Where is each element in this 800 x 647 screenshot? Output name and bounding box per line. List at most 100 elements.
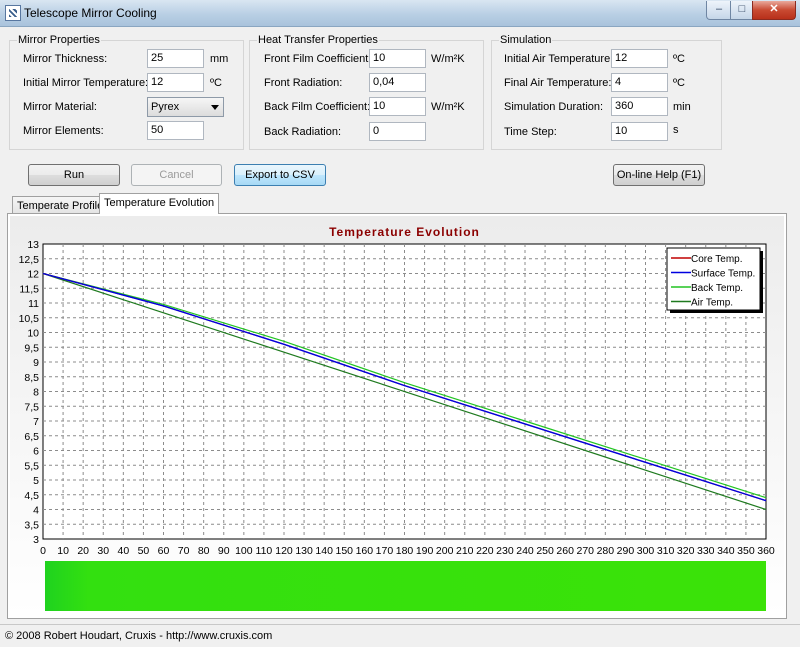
x-tick-label: 30 bbox=[97, 545, 109, 557]
mirror-thickness-unit: mm bbox=[210, 53, 229, 65]
tab-temperature-evolution[interactable]: Temperature Evolution bbox=[99, 193, 220, 214]
legend-label: Back Temp. bbox=[691, 283, 743, 294]
back-film-unit: W/m²K bbox=[431, 101, 465, 113]
x-tick-label: 350 bbox=[737, 545, 755, 557]
mirror-elements-field[interactable]: 50 bbox=[147, 121, 204, 140]
y-tick-label: 3,5 bbox=[24, 519, 39, 531]
initial-mirror-temp-field[interactable]: 12 bbox=[147, 73, 204, 92]
run-button[interactable]: Run bbox=[28, 164, 120, 186]
time-step-field[interactable]: 10 bbox=[611, 122, 668, 141]
online-help-button[interactable]: On-line Help (F1) bbox=[613, 164, 705, 186]
mirror-thickness-field[interactable]: 25 bbox=[147, 49, 204, 68]
chart-title: Temperature Evolution bbox=[329, 225, 480, 239]
x-tick-label: 220 bbox=[476, 545, 494, 557]
cancel-button[interactable]: Cancel bbox=[131, 164, 222, 186]
x-tick-label: 0 bbox=[40, 545, 46, 557]
final-air-temp-field[interactable]: 4 bbox=[611, 73, 668, 92]
heat-transfer-title: Heat Transfer Properties bbox=[257, 34, 379, 46]
x-tick-label: 270 bbox=[576, 545, 594, 557]
back-radiation-field[interactable]: 0 bbox=[369, 122, 426, 141]
y-tick-label: 8,5 bbox=[24, 372, 39, 384]
front-radiation-field[interactable]: 0,04 bbox=[369, 73, 426, 92]
simulation-duration-field[interactable]: 360 bbox=[611, 97, 668, 116]
x-tick-label: 170 bbox=[376, 545, 394, 557]
y-tick-label: 6,5 bbox=[24, 431, 39, 443]
simulation-duration-unit: min bbox=[673, 101, 691, 113]
x-tick-label: 150 bbox=[335, 545, 353, 557]
x-tick-label: 210 bbox=[456, 545, 474, 557]
front-radiation-label: Front Radiation: bbox=[264, 77, 343, 89]
temperature-evolution-chart: Temperature Evolution 0 10 20 30 40 50 60 70 80 90… bbox=[10, 216, 784, 616]
status-bar: © 2008 Robert Houdart, Cruxis - http://w… bbox=[0, 624, 800, 647]
y-tick-label: 11,5 bbox=[19, 283, 39, 295]
x-tick-label: 330 bbox=[697, 545, 715, 557]
x-tick-label: 160 bbox=[356, 545, 374, 557]
x-tick-label: 50 bbox=[138, 545, 150, 557]
close-icon[interactable]: ✕ bbox=[752, 1, 796, 20]
back-film-field[interactable]: 10 bbox=[369, 97, 426, 116]
x-tick-label: 240 bbox=[516, 545, 534, 557]
x-tick-label: 60 bbox=[158, 545, 170, 557]
x-tick-label: 250 bbox=[536, 545, 554, 557]
y-tick-label: 12,5 bbox=[19, 254, 40, 266]
x-tick-label: 190 bbox=[416, 545, 434, 557]
x-tick-label: 320 bbox=[677, 545, 695, 557]
y-tick-label: 7 bbox=[33, 416, 39, 428]
x-tick-label: 200 bbox=[436, 545, 454, 557]
mirror-material-label: Mirror Material: bbox=[23, 101, 97, 113]
x-tick-label: 260 bbox=[556, 545, 574, 557]
final-air-temp-unit: ºC bbox=[673, 77, 685, 89]
app-icon bbox=[5, 5, 21, 21]
front-film-label: Front Film Coefficient: bbox=[264, 53, 372, 65]
mirror-elements-label: Mirror Elements: bbox=[23, 125, 104, 137]
x-tick-label: 230 bbox=[496, 545, 514, 557]
y-tick-label: 5 bbox=[33, 475, 39, 487]
y-tick-label: 4,5 bbox=[24, 490, 39, 502]
x-tick-label: 290 bbox=[617, 545, 635, 557]
back-radiation-label: Back Radiation: bbox=[264, 126, 342, 138]
legend-label: Surface Temp. bbox=[691, 269, 755, 280]
x-tick-label: 70 bbox=[178, 545, 190, 557]
minimize-icon[interactable]: – bbox=[706, 1, 732, 20]
initial-air-temp-field[interactable]: 12 bbox=[611, 49, 668, 68]
x-tick-label: 10 bbox=[57, 545, 69, 557]
maximize-icon[interactable]: □ bbox=[730, 1, 754, 20]
y-tick-label: 5,5 bbox=[24, 460, 39, 472]
y-tick-label: 10 bbox=[27, 328, 39, 340]
front-film-field[interactable]: 10 bbox=[369, 49, 426, 68]
x-tick-label: 120 bbox=[275, 545, 293, 557]
x-tick-label: 110 bbox=[256, 545, 273, 557]
y-tick-label: 13 bbox=[27, 239, 39, 251]
x-tick-label: 180 bbox=[396, 545, 414, 557]
x-tick-label: 340 bbox=[717, 545, 735, 557]
legend-label: Core Temp. bbox=[691, 254, 743, 265]
y-tick-label: 10,5 bbox=[19, 313, 40, 325]
app-window: Telescope Mirror Cooling – □ ✕ Mirror Pr… bbox=[0, 0, 800, 647]
y-tick-label: 12 bbox=[27, 269, 39, 281]
mirror-properties-title: Mirror Properties bbox=[17, 34, 101, 46]
title-bar: Telescope Mirror Cooling – □ ✕ bbox=[0, 0, 800, 27]
tab-temperature-profile[interactable]: Temperate Profile bbox=[12, 196, 109, 214]
x-tick-label: 300 bbox=[637, 545, 655, 557]
y-tick-label: 4 bbox=[33, 505, 39, 517]
y-tick-label: 9 bbox=[33, 357, 39, 369]
export-csv-button[interactable]: Export to CSV bbox=[234, 164, 326, 186]
color-indicator-bar bbox=[45, 561, 766, 611]
status-text: © 2008 Robert Houdart, Cruxis - http://w… bbox=[5, 630, 273, 642]
initial-air-temp-label: Initial Air Temperature: bbox=[504, 53, 614, 65]
back-film-label: Back Film Coefficient: bbox=[264, 101, 371, 113]
mirror-material-select[interactable]: Pyrex bbox=[147, 97, 224, 117]
x-tick-label: 360 bbox=[757, 545, 775, 557]
y-tick-label: 7,5 bbox=[24, 401, 39, 413]
x-tick-label: 130 bbox=[295, 545, 313, 557]
mirror-material-value: Pyrex bbox=[151, 101, 180, 113]
x-tick-label: 20 bbox=[77, 545, 89, 557]
mirror-thickness-label: Mirror Thickness: bbox=[23, 53, 108, 65]
x-tick-label: 310 bbox=[657, 545, 675, 557]
legend-label: Air Temp. bbox=[691, 298, 733, 309]
simulation-title: Simulation bbox=[499, 34, 553, 46]
initial-air-temp-unit: ºC bbox=[673, 53, 685, 65]
y-tick-label: 6 bbox=[33, 446, 39, 458]
x-tick-label: 90 bbox=[218, 545, 230, 557]
x-tick-label: 100 bbox=[235, 545, 253, 557]
